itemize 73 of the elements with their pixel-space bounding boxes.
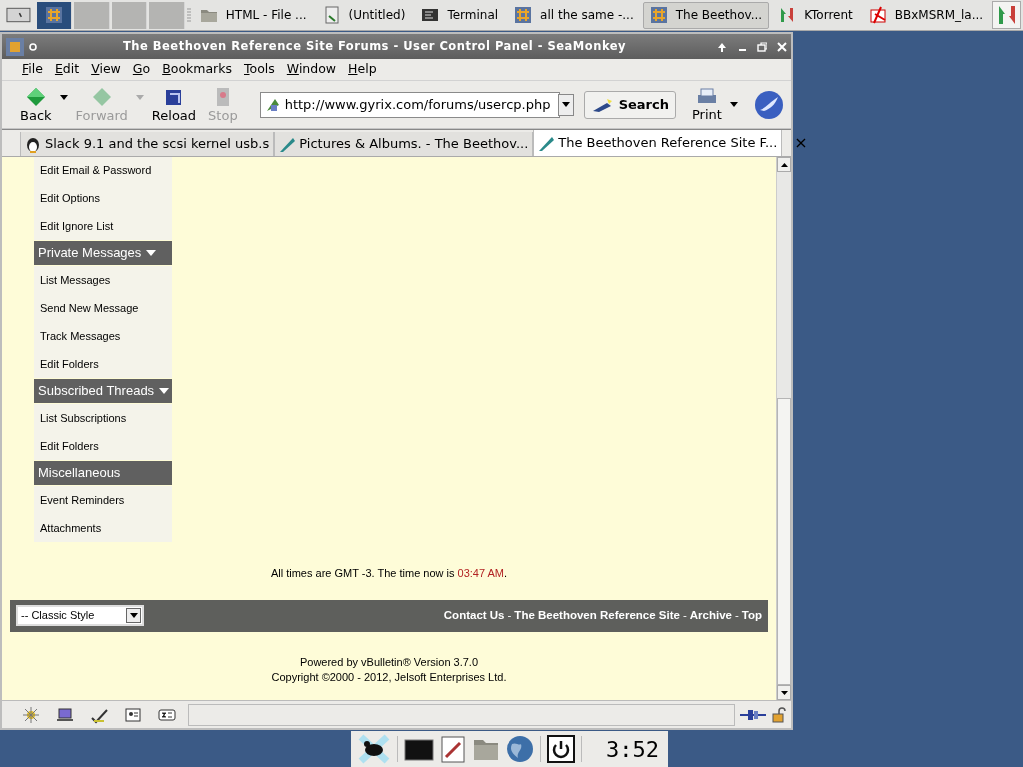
workspace-button[interactable] bbox=[36, 1, 73, 29]
browser-icon bbox=[649, 6, 668, 24]
notepad-icon[interactable] bbox=[440, 735, 466, 763]
terminal-icon bbox=[421, 6, 440, 24]
task-button[interactable]: Terminal bbox=[414, 1, 506, 29]
footer-link[interactable]: Archive bbox=[689, 606, 732, 625]
maximize-icon[interactable] bbox=[757, 41, 767, 52]
globe-icon[interactable] bbox=[506, 735, 534, 763]
time-note: All times are GMT -3. The time now is 03:47 AM. bbox=[269, 566, 509, 581]
pdf-icon bbox=[868, 6, 887, 24]
menu-item[interactable]: Edit bbox=[48, 60, 86, 79]
task-button[interactable]: The Beethov... bbox=[642, 1, 770, 29]
document-icon bbox=[322, 6, 341, 24]
footer-link[interactable]: Top bbox=[741, 606, 762, 625]
handle-icon bbox=[186, 7, 191, 23]
throbber-icon bbox=[753, 89, 784, 120]
task-button[interactable]: (Untitled) bbox=[315, 1, 413, 29]
url-field[interactable]: http://www.gyrix.com/forums/usercp.php bbox=[259, 91, 560, 118]
close-icon[interactable] bbox=[777, 41, 787, 52]
task-button[interactable]: HTML - File ... bbox=[192, 1, 314, 29]
window-title: The Beethoven Reference Site Forums - User Control Panel - SeaMonkey bbox=[121, 37, 628, 55]
menu-item[interactable]: Go bbox=[126, 60, 157, 79]
sparkle-icon[interactable] bbox=[22, 705, 40, 724]
caret-icon bbox=[129, 613, 138, 618]
window-menu-icon[interactable] bbox=[28, 41, 38, 52]
menu-item[interactable]: Window bbox=[280, 60, 343, 79]
style-select[interactable]: -- Classic Style bbox=[16, 605, 144, 626]
scrollbar-thumb[interactable] bbox=[777, 397, 791, 685]
menu-item[interactable]: Help bbox=[342, 60, 383, 79]
terminal-icon[interactable] bbox=[404, 736, 434, 762]
caret-icon bbox=[561, 102, 570, 107]
mouse-icon[interactable] bbox=[357, 733, 391, 765]
browser-tab[interactable]: Pictures & Albums. - The Beethov... bbox=[274, 132, 534, 156]
monitor-icon[interactable] bbox=[56, 705, 74, 724]
collapse-icon[interactable] bbox=[146, 250, 157, 256]
link-separator: - bbox=[507, 607, 512, 623]
section-header: Miscellaneous bbox=[38, 464, 121, 483]
task-button[interactable]: all the same -... bbox=[507, 1, 641, 29]
caret-icon[interactable] bbox=[59, 95, 68, 100]
address-card-icon[interactable] bbox=[124, 705, 142, 724]
task-button[interactable]: KTorrent bbox=[771, 1, 860, 29]
credit-line: Copyright ©2000 - 2012, Jelsoft Enterprises Ltd. bbox=[270, 669, 508, 685]
search-button[interactable]: Search bbox=[583, 90, 676, 119]
scroll-up-icon[interactable] bbox=[780, 162, 788, 167]
browser-icon bbox=[45, 6, 64, 24]
footer-link[interactable]: The Beethoven Reference Site bbox=[514, 606, 680, 625]
toolbar-button[interactable]: Reload bbox=[147, 86, 201, 123]
menu-item[interactable]: Bookmarks bbox=[156, 60, 238, 79]
credit-line: Powered by vBulletin® Version 3.7.0 bbox=[298, 654, 480, 670]
link-separator: - bbox=[734, 607, 739, 623]
clock: 3:52 bbox=[606, 735, 659, 764]
footer-link[interactable]: Contact Us bbox=[443, 606, 505, 625]
lock-icon[interactable] bbox=[771, 706, 787, 723]
online-plug-icon[interactable] bbox=[739, 707, 767, 722]
print-button[interactable]: Print bbox=[687, 87, 726, 122]
menu-item[interactable]: Tools bbox=[238, 60, 281, 79]
menu-item[interactable]: File bbox=[16, 60, 49, 79]
browser-tab[interactable]: The Beethoven Reference Site F... bbox=[533, 130, 783, 156]
task-button[interactable]: BBxMSRM_la... bbox=[861, 1, 991, 29]
toolbar-button[interactable]: Back bbox=[16, 86, 56, 123]
menu-item[interactable]: View bbox=[85, 60, 127, 79]
keep-above-icon[interactable] bbox=[717, 41, 727, 52]
section-header: Subscribed Threads bbox=[38, 382, 155, 401]
link-separator: - bbox=[682, 607, 687, 623]
scroll-down-icon[interactable] bbox=[780, 690, 788, 695]
browser-icon bbox=[514, 6, 533, 24]
penguin-icon bbox=[25, 135, 42, 153]
collapse-icon[interactable] bbox=[159, 388, 170, 394]
power-icon[interactable] bbox=[547, 735, 575, 763]
caret-icon[interactable] bbox=[729, 102, 738, 107]
section-header: Private Messages bbox=[38, 244, 142, 263]
browser-tab[interactable]: Slack 9.1 and the scsi kernel usb.s bbox=[20, 132, 275, 156]
show-desktop-icon[interactable] bbox=[6, 6, 31, 24]
